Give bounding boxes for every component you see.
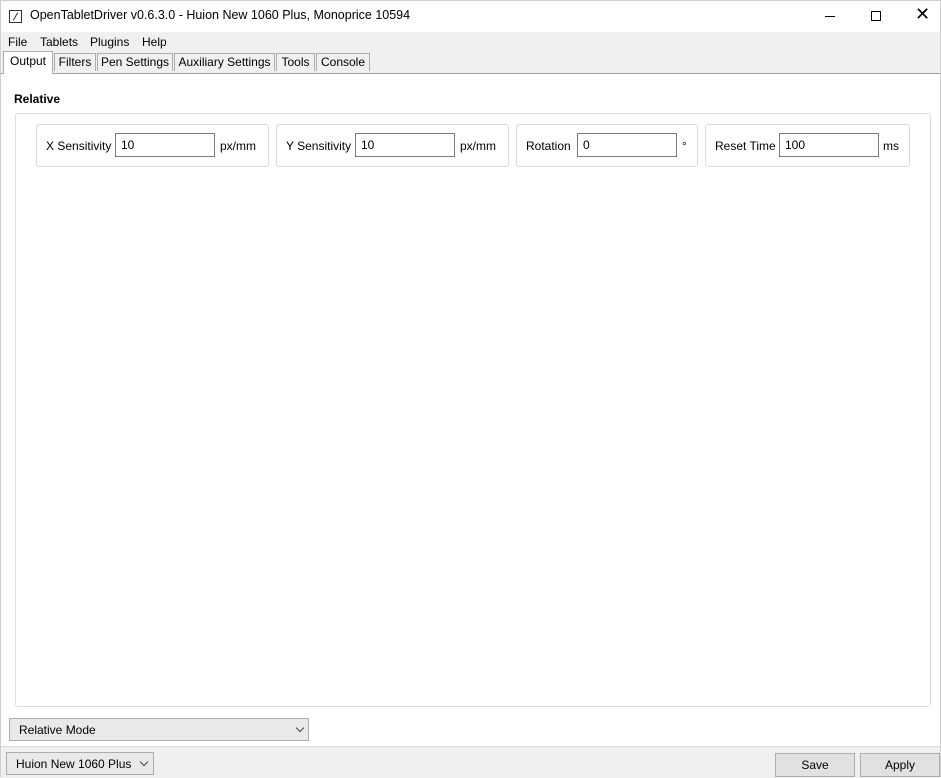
section-title: Relative xyxy=(14,92,61,106)
output-mode-value: Relative Mode xyxy=(19,723,96,737)
relative-settings-panel xyxy=(15,113,931,707)
tab-output[interactable]: Output xyxy=(3,51,53,74)
tab-filters[interactable]: Filters xyxy=(54,53,96,71)
reset-time-unit: ms xyxy=(883,139,899,153)
menu-help[interactable]: Help xyxy=(142,35,167,49)
apply-button[interactable]: Apply xyxy=(860,753,940,777)
tab-console[interactable]: Console xyxy=(316,53,370,71)
minimize-button[interactable] xyxy=(807,1,853,32)
reset-time-input[interactable] xyxy=(779,133,879,157)
save-button[interactable]: Save xyxy=(775,753,855,777)
tablet-select-value: Huion New 1060 Plus xyxy=(16,757,132,771)
menu-plugins[interactable]: Plugins xyxy=(90,35,129,49)
close-icon: ✕ xyxy=(915,4,931,25)
main-window: OpenTabletDriver v0.6.3.0 - Huion New 10… xyxy=(0,0,941,778)
maximize-icon xyxy=(871,11,881,21)
x-sensitivity-unit: px/mm xyxy=(220,139,256,153)
rotation-label: Rotation xyxy=(526,139,571,153)
menu-bar: File Tablets Plugins Help xyxy=(1,32,940,52)
y-sensitivity-unit: px/mm xyxy=(460,139,496,153)
reset-time-group: Reset Time ms xyxy=(705,124,910,167)
window-title: OpenTabletDriver v0.6.3.0 - Huion New 10… xyxy=(30,8,411,22)
bottom-bar: Huion New 1060 Plus Save Apply xyxy=(1,746,940,778)
y-sensitivity-group: Y Sensitivity px/mm xyxy=(276,124,509,167)
menu-file[interactable]: File xyxy=(8,35,27,49)
tab-pen-settings[interactable]: Pen Settings xyxy=(97,53,173,71)
close-button[interactable]: ✕ xyxy=(898,1,941,32)
tab-tools[interactable]: Tools xyxy=(276,53,315,71)
tab-strip: Output Filters Pen Settings Auxiliary Se… xyxy=(1,51,940,74)
rotation-unit: ° xyxy=(682,139,687,153)
chevron-down-icon xyxy=(139,757,149,767)
tablet-select-dropdown[interactable]: Huion New 1060 Plus xyxy=(6,752,154,775)
menu-tablets[interactable]: Tablets xyxy=(40,35,78,49)
title-bar[interactable]: OpenTabletDriver v0.6.3.0 - Huion New 10… xyxy=(1,1,940,32)
x-sensitivity-input[interactable] xyxy=(115,133,215,157)
x-sensitivity-group: X Sensitivity px/mm xyxy=(36,124,269,167)
maximize-button[interactable] xyxy=(853,1,899,32)
minimize-icon xyxy=(825,16,835,17)
y-sensitivity-label: Y Sensitivity xyxy=(286,139,352,153)
chevron-down-icon xyxy=(295,723,305,733)
rotation-input[interactable] xyxy=(577,133,677,157)
app-icon xyxy=(9,10,22,23)
output-mode-dropdown[interactable]: Relative Mode xyxy=(9,718,309,741)
x-sensitivity-label: X Sensitivity xyxy=(46,139,112,153)
reset-time-label: Reset Time xyxy=(715,139,776,153)
rotation-group: Rotation ° xyxy=(516,124,698,167)
tab-auxiliary-settings[interactable]: Auxiliary Settings xyxy=(174,53,275,71)
y-sensitivity-input[interactable] xyxy=(355,133,455,157)
